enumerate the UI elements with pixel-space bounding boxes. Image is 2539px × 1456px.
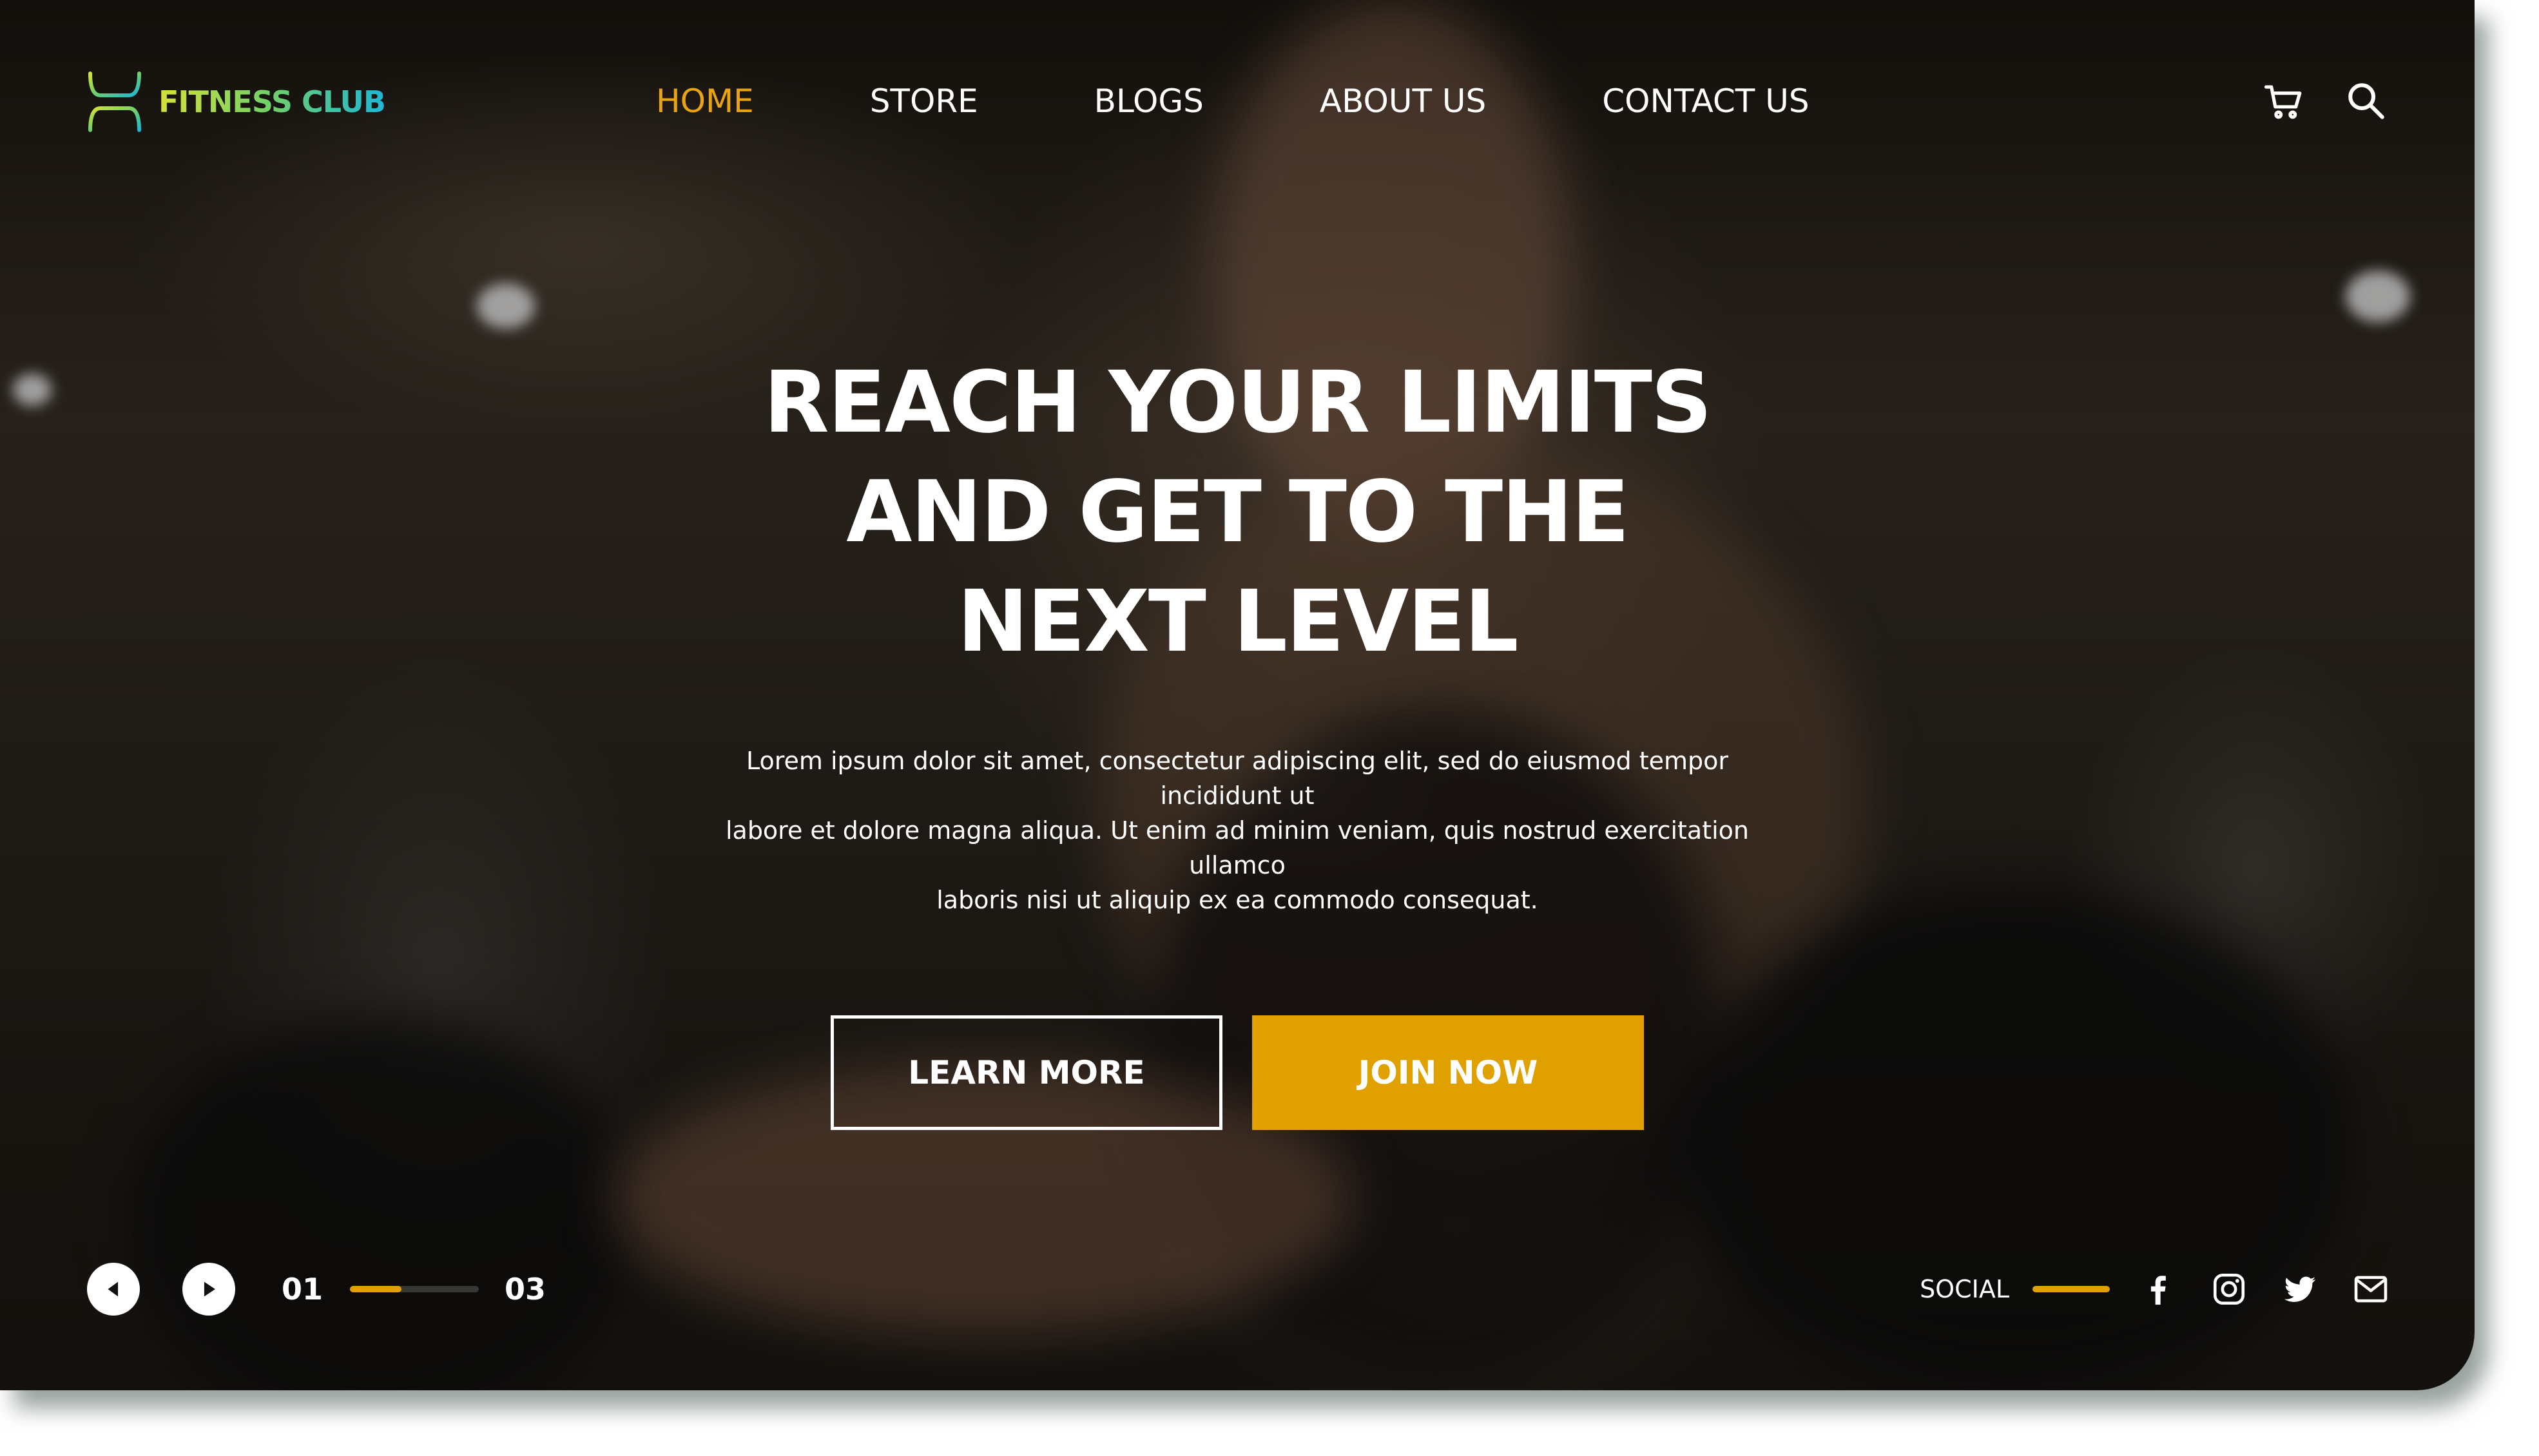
facebook-icon[interactable]: [2139, 1270, 2177, 1308]
twitter-icon[interactable]: [2281, 1270, 2319, 1308]
play-icon: [204, 1281, 215, 1297]
nav-item-about-us[interactable]: ABOUT US: [1320, 82, 1486, 120]
social-links: SOCIAL: [1920, 1270, 2389, 1308]
brand-logo[interactable]: FITNESS CLUB: [84, 70, 386, 134]
hero-description-line: labore et dolore magna aliqua. Ut enim a…: [725, 816, 1750, 879]
total-slides-number: 03: [505, 1272, 546, 1307]
join-now-button[interactable]: JOIN NOW: [1252, 1015, 1644, 1130]
hero-description-line: laboris nisi ut aliquip ex ea commodo co…: [936, 886, 1538, 914]
social-divider: [2032, 1286, 2110, 1292]
photo-ceiling-light: [2346, 271, 2410, 322]
prev-icon: [108, 1281, 119, 1297]
slide-progress-track[interactable]: [350, 1286, 479, 1292]
play-slide-button[interactable]: [182, 1263, 235, 1316]
hero-section: REACH YOUR LIMITS AND GET TO THE NEXT LE…: [0, 348, 2475, 1130]
slide-progress-fill: [350, 1286, 402, 1292]
main-nav: HOME STORE BLOGS ABOUT US CONTACT US: [656, 82, 1810, 120]
instagram-icon[interactable]: [2210, 1270, 2248, 1308]
hero-headline-line: REACH YOUR LIMITS: [764, 353, 1712, 452]
photo-ceiling-light: [477, 283, 535, 329]
nav-item-home[interactable]: HOME: [656, 82, 754, 120]
search-icon[interactable]: [2345, 80, 2388, 122]
hero-description: Lorem ipsum dolor sit amet, consectetur …: [683, 743, 1791, 917]
hero-headline: REACH YOUR LIMITS AND GET TO THE NEXT LE…: [0, 348, 2475, 676]
current-slide-number: 01: [282, 1272, 323, 1307]
nav-item-contact-us[interactable]: CONTACT US: [1602, 82, 1809, 120]
nav-item-store[interactable]: STORE: [870, 82, 978, 120]
cart-icon[interactable]: [2263, 80, 2305, 122]
mail-icon[interactable]: [2352, 1270, 2389, 1308]
social-label: SOCIAL: [1920, 1275, 2009, 1303]
learn-more-button[interactable]: LEARN MORE: [831, 1015, 1222, 1130]
hero-description-line: Lorem ipsum dolor sit amet, consectetur …: [746, 747, 1728, 810]
hero-headline-line: AND GET TO THE: [846, 463, 1630, 562]
prev-slide-button[interactable]: [87, 1263, 140, 1316]
brand-name: FITNESS CLUB: [159, 84, 386, 119]
slide-controls: 01 03: [87, 1263, 546, 1316]
hero-cta-group: LEARN MORE JOIN NOW: [0, 1015, 2475, 1130]
dumbbell-frame-icon: [88, 72, 141, 132]
hero-headline-line: NEXT LEVEL: [957, 572, 1518, 671]
hero-screen: FITNESS CLUB HOME STORE BLOGS ABOUT US C…: [0, 0, 2475, 1390]
header-actions: [2263, 80, 2388, 122]
nav-item-blogs[interactable]: BLOGS: [1094, 82, 1204, 120]
